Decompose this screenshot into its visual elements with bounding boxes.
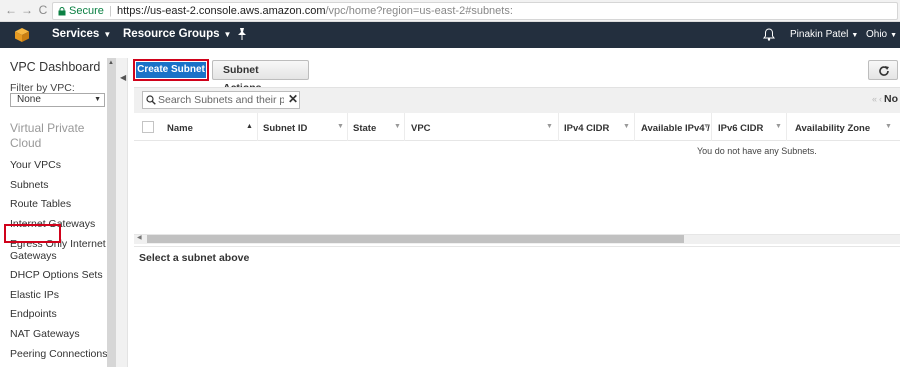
chevron-down-icon: ▼ bbox=[223, 30, 232, 39]
secure-label: Secure bbox=[69, 5, 104, 17]
bell-icon[interactable] bbox=[763, 28, 775, 41]
detail-divider bbox=[134, 246, 900, 247]
lock-icon bbox=[58, 7, 66, 16]
subnets-highlight-box bbox=[4, 224, 61, 243]
back-arrow-icon[interactable]: ← bbox=[4, 3, 18, 17]
user-name: Pinakin Patel bbox=[790, 29, 849, 40]
column-divider bbox=[711, 113, 712, 141]
scroll-up-icon[interactable]: ▲ bbox=[108, 60, 114, 66]
pager-text: No bbox=[884, 93, 899, 105]
column-header-vpc[interactable]: VPC bbox=[411, 123, 431, 134]
chevron-down-icon: ▼ bbox=[851, 32, 859, 39]
reload-icon[interactable]: C bbox=[36, 3, 50, 17]
sidebar-item-endpoints[interactable]: Endpoints bbox=[10, 308, 57, 320]
column-header-name[interactable]: Name bbox=[167, 123, 193, 134]
create-subnet-label: Create Subnet bbox=[136, 62, 206, 78]
pagination: «‹ No bbox=[872, 93, 898, 105]
chevron-down-icon: ▼ bbox=[890, 32, 898, 39]
sidebar-item-peering-connections[interactable]: Peering Connections bbox=[10, 348, 107, 360]
resource-groups-label: Resource Groups bbox=[123, 28, 220, 40]
column-divider bbox=[347, 113, 348, 141]
search-input[interactable]: Search Subnets and their properties ✕ bbox=[142, 91, 300, 109]
filter-by-vpc-select[interactable]: None ▼ bbox=[10, 93, 105, 107]
refresh-button[interactable] bbox=[868, 60, 898, 80]
column-divider bbox=[558, 113, 559, 141]
chevron-down-icon: ▼ bbox=[103, 30, 112, 39]
sidebar-item-nat-gateways[interactable]: NAT Gateways bbox=[10, 328, 80, 340]
prev-page-icon[interactable]: ‹ bbox=[879, 94, 882, 104]
pin-icon[interactable] bbox=[236, 27, 248, 41]
aws-top-nav: Services ▼ Resource Groups ▼ Pinakin Patel… bbox=[0, 22, 900, 48]
sort-ascending-icon[interactable]: ▲ bbox=[246, 123, 253, 130]
scroll-left-icon[interactable]: ◀ bbox=[137, 234, 142, 241]
browser-toolbar: ← → C Secure | https://us-east-2.console… bbox=[0, 0, 900, 22]
sidebar-scrollbar[interactable] bbox=[107, 58, 116, 367]
region-menu[interactable]: Ohio ▼ bbox=[866, 29, 897, 40]
create-subnet-button[interactable]: Create Subnet bbox=[133, 59, 209, 81]
clear-search-icon[interactable]: ✕ bbox=[288, 92, 298, 106]
detail-pane-message: Select a subnet above bbox=[139, 252, 250, 264]
select-arrow-icon: ▼ bbox=[94, 96, 101, 103]
sidebar-item-your-vpcs[interactable]: Your VPCs bbox=[10, 159, 61, 171]
address-bar[interactable]: Secure | https://us-east-2.console.aws.a… bbox=[52, 2, 898, 20]
sidebar-item-elastic-ips[interactable]: Elastic IPs bbox=[10, 289, 59, 301]
region-name: Ohio bbox=[866, 29, 888, 40]
sidebar-item-dhcp-options-sets[interactable]: DHCP Options Sets bbox=[10, 269, 103, 281]
column-header-ipv4-cidr[interactable]: IPv4 CIDR bbox=[564, 123, 609, 134]
column-divider bbox=[786, 113, 787, 141]
column-divider bbox=[404, 113, 405, 141]
column-header-available-ipv4[interactable]: Available IPv4 / bbox=[641, 123, 710, 134]
sort-icon[interactable]: ▼ bbox=[775, 123, 782, 130]
search-placeholder: Search Subnets and their properties bbox=[158, 94, 284, 106]
url-host: https://us-east-2.console.aws.amazon.com bbox=[117, 5, 326, 17]
empty-table-message: You do not have any Subnets. bbox=[697, 146, 817, 156]
url-path: /vpc/home?region=us-east-2#subnets: bbox=[325, 5, 513, 17]
collapse-left-icon[interactable]: ◀ bbox=[120, 73, 126, 82]
column-header-subnet-id[interactable]: Subnet ID bbox=[263, 123, 307, 134]
filter-value: None bbox=[17, 94, 41, 105]
column-divider bbox=[634, 113, 635, 141]
sort-icon[interactable]: ▼ bbox=[885, 123, 892, 130]
vpc-sidebar: VPC Dashboard Filter by VPC: None ▼ Virt… bbox=[0, 48, 108, 367]
first-page-icon[interactable]: « bbox=[872, 94, 877, 104]
url-separator: | bbox=[109, 5, 112, 17]
services-menu[interactable]: Services ▼ bbox=[52, 28, 111, 40]
virtual-private-cloud-heading: Virtual Private Cloud bbox=[10, 121, 85, 150]
subnet-actions-button[interactable]: Subnet Actions▼ bbox=[212, 60, 309, 94]
sort-icon[interactable]: ▼ bbox=[546, 123, 553, 130]
url-text: https://us-east-2.console.aws.amazon.com… bbox=[117, 5, 513, 17]
forward-arrow-icon[interactable]: → bbox=[20, 3, 34, 17]
user-menu[interactable]: Pinakin Patel ▼ bbox=[790, 29, 858, 40]
scrollbar-thumb[interactable] bbox=[147, 235, 684, 243]
column-header-ipv6-cidr[interactable]: IPv6 CIDR bbox=[718, 123, 763, 134]
sort-icon[interactable]: ▼ bbox=[703, 123, 710, 130]
sort-icon[interactable]: ▼ bbox=[623, 123, 630, 130]
vpc-dashboard-link[interactable]: VPC Dashboard bbox=[10, 60, 100, 74]
sidebar-collapse-handle[interactable] bbox=[116, 58, 128, 367]
refresh-icon bbox=[879, 66, 889, 76]
sort-icon[interactable]: ▼ bbox=[394, 123, 401, 130]
select-all-checkbox[interactable] bbox=[142, 121, 154, 133]
aws-cube-logo-icon[interactable] bbox=[14, 27, 30, 43]
services-label: Services bbox=[52, 28, 100, 40]
resource-groups-menu[interactable]: Resource Groups ▼ bbox=[123, 28, 231, 40]
sidebar-item-route-tables[interactable]: Route Tables bbox=[10, 198, 71, 210]
column-header-availability-zone[interactable]: Availability Zone bbox=[795, 123, 870, 134]
sidebar-item-subnets[interactable]: Subnets bbox=[10, 179, 49, 191]
column-header-state[interactable]: State bbox=[353, 123, 376, 134]
sort-icon[interactable]: ▼ bbox=[337, 123, 344, 130]
column-divider bbox=[257, 113, 258, 141]
search-icon bbox=[146, 95, 156, 105]
